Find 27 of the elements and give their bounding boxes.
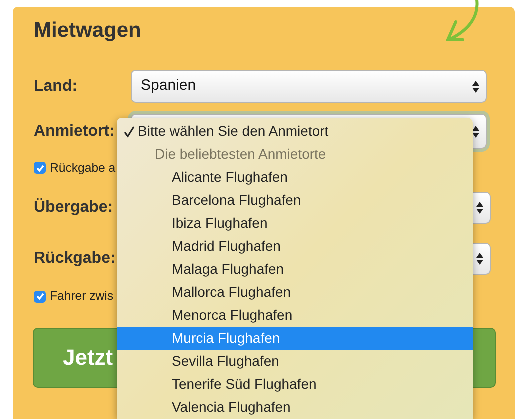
checkbox-label: Rückgabe a — [50, 160, 116, 177]
checkbox[interactable] — [34, 290, 46, 303]
dropdown-option[interactable]: Alicante Flughafen — [117, 166, 473, 189]
sort-arrows-icon — [472, 124, 480, 138]
dropdown-option[interactable]: Malaga Flughafen — [117, 258, 473, 281]
dropdown-option[interactable]: Menorca Flughafen — [117, 304, 473, 327]
dropdown-option[interactable]: Bitte wählen Sie den Anmietort — [117, 120, 473, 143]
field-label: Land: — [34, 76, 79, 96]
field-label: Übergabe: — [34, 197, 114, 218]
field-label: Anmietort: — [34, 122, 116, 142]
select-field[interactable]: Spanien — [131, 70, 487, 103]
field-label: Rückgabe: — [34, 249, 117, 270]
dropdown-option[interactable]: Barcelona Flughafen — [117, 189, 473, 212]
sort-arrows-icon — [476, 252, 484, 266]
form-title: Mietwagen — [34, 18, 142, 44]
dropdown-option[interactable]: Mallorca Flughafen — [117, 281, 473, 304]
dropdown-option[interactable]: Tenerife Süd Flughafen — [117, 373, 473, 396]
dropdown-option[interactable]: Murcia Flughafen — [117, 327, 473, 350]
sort-arrows-icon — [476, 201, 484, 216]
checkbox-label: Fahrer zwis — [50, 288, 114, 306]
dropdown-option[interactable]: Valencia Flughafen — [117, 396, 473, 419]
dropdown-option[interactable]: Ibiza Flughafen — [117, 212, 473, 235]
sort-arrows-icon — [472, 80, 480, 94]
checkbox[interactable] — [34, 162, 46, 174]
dropdown-option[interactable]: Sevilla Flughafen — [117, 350, 473, 373]
dropdown-option[interactable]: Madrid Flughafen — [117, 235, 473, 258]
option-group-label: Die beliebtesten Anmietorte — [154, 145, 328, 164]
